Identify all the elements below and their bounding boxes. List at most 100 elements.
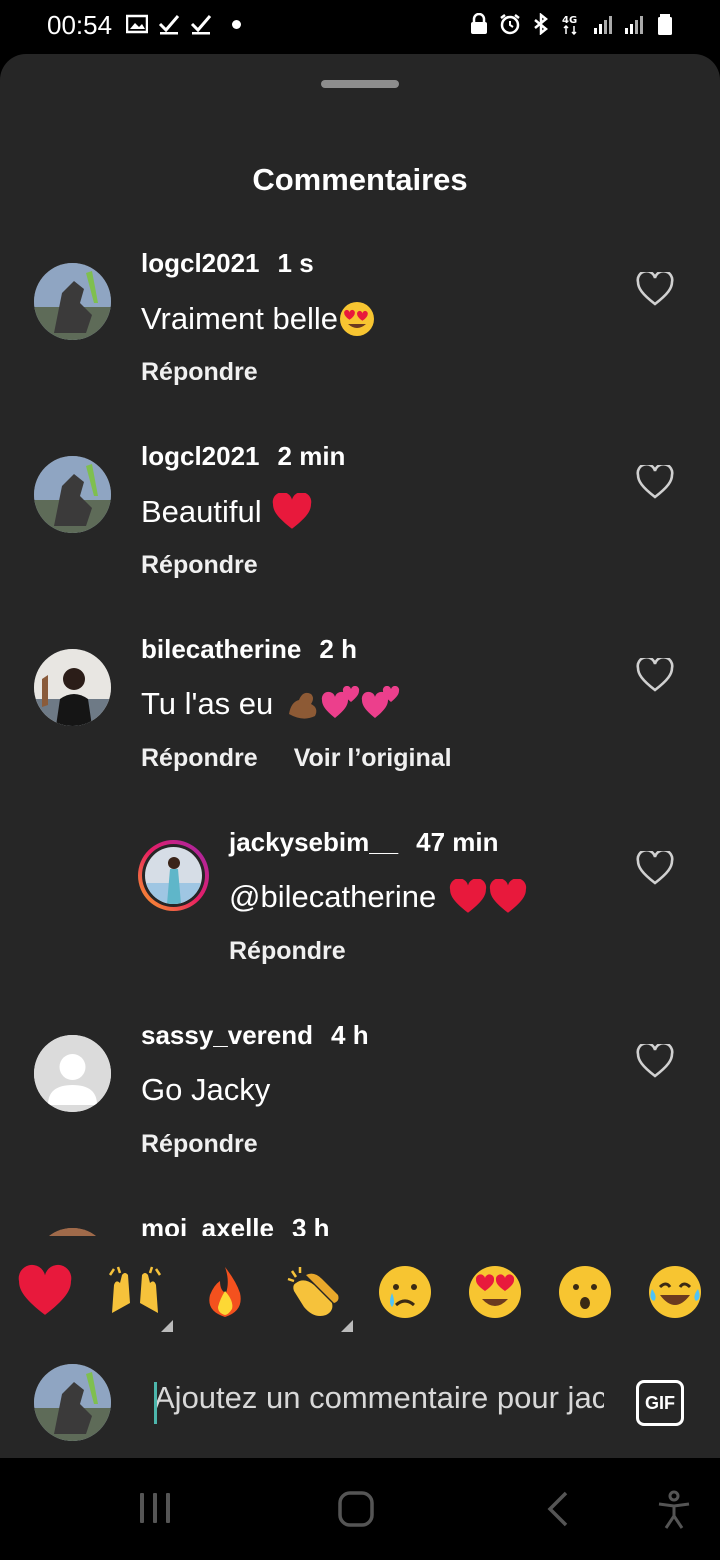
reply-button[interactable]: Répondre — [141, 358, 258, 386]
default-avatar[interactable] — [34, 1035, 111, 1112]
android-navigation-bar — [0, 1458, 720, 1560]
reply-button[interactable]: Répondre — [141, 744, 258, 772]
home-icon[interactable] — [337, 1490, 375, 1528]
like-icon[interactable] — [636, 465, 674, 499]
gallery-icon — [125, 13, 149, 35]
quick-reactions-bar — [0, 1236, 720, 1352]
check-icon — [190, 13, 212, 35]
svg-text:4G: 4G — [562, 15, 577, 26]
comment-item: logcl2021 2 min Beautiful Répondre — [0, 437, 720, 630]
lock-icon — [468, 12, 490, 35]
drag-handle[interactable] — [321, 80, 399, 88]
comment-username[interactable]: logcl2021 2 min — [141, 441, 345, 472]
reply-comment-item: jackysebim__ 47 min @bilecatherine Répond… — [0, 823, 720, 1016]
comment-item: logcl2021 1 s Vraiment belle Répondre — [0, 244, 720, 437]
comment-text: Vraiment belle — [141, 300, 376, 338]
see-original-button[interactable]: Voir l’original — [294, 744, 452, 772]
like-icon[interactable] — [636, 272, 674, 306]
flexed-biceps-emoji — [289, 692, 317, 719]
status-bar: 00:54 4G — [0, 0, 720, 54]
fire-reaction[interactable] — [193, 1260, 257, 1324]
crying-face-icon — [379, 1266, 431, 1318]
signal-icon — [623, 13, 645, 35]
hushed-face-reaction[interactable] — [553, 1260, 617, 1324]
comment-actions: Répondre — [141, 551, 294, 580]
comment-text: @bilecatherine — [229, 879, 528, 915]
reply-button[interactable]: Répondre — [141, 551, 258, 579]
like-icon[interactable] — [636, 851, 674, 885]
comment-input[interactable]: Ajoutez un commentaire pour jackysebim__… — [154, 1380, 604, 1426]
red-heart-emoji — [490, 879, 527, 913]
reply-button[interactable]: Répondre — [141, 1130, 258, 1158]
comment-text-content: Vraiment belle — [141, 301, 339, 336]
battery-icon — [654, 13, 676, 35]
status-system-icons: 4G — [468, 12, 676, 36]
sheet-title: Commentaires — [252, 162, 468, 197]
comment-item: bilecatherine 2 h Tu l'as eu Répondre Voir… — [0, 630, 720, 823]
comment-username[interactable]: bilecatherine 2 h — [141, 634, 357, 665]
comment-text-content: Go Jacky — [141, 1072, 271, 1107]
accessibility-icon[interactable] — [656, 1490, 692, 1530]
comment-time: 4 h — [331, 1020, 369, 1050]
text-caret — [154, 1382, 157, 1424]
comment-time: 47 min — [416, 827, 499, 857]
fire-icon — [209, 1267, 241, 1317]
variant-indicator — [161, 1320, 173, 1332]
username[interactable]: logcl2021 — [141, 441, 260, 471]
comment-username[interactable]: jackysebim__ 47 min — [229, 827, 499, 858]
username[interactable]: sassy_verend — [141, 1020, 313, 1050]
comment-item: sassy_verend 4 h Go Jacky Répondre — [0, 1016, 720, 1209]
username[interactable]: logcl2021 — [141, 248, 260, 278]
heart-eyes-emoji — [340, 302, 375, 336]
avatar-story-ring[interactable] — [138, 840, 209, 911]
comment-text-content: Beautiful — [141, 494, 262, 529]
avatar[interactable] — [34, 649, 111, 726]
comment-username[interactable]: logcl2021 1 s — [141, 248, 314, 279]
avatar[interactable] — [34, 263, 111, 340]
avatar — [145, 847, 202, 904]
4g-icon: 4G — [561, 13, 583, 36]
avatar[interactable] — [34, 456, 111, 533]
comment-text-content: Tu l'as eu — [141, 686, 274, 721]
variant-indicator — [341, 1320, 353, 1332]
comment-text: Beautiful — [141, 493, 314, 531]
heart-eyes-reaction[interactable] — [463, 1260, 527, 1324]
comments-list[interactable]: logcl2021 1 s Vraiment belle Répondre log… — [0, 244, 720, 1244]
back-icon[interactable] — [544, 1490, 570, 1528]
heart-eyes-icon — [469, 1266, 521, 1318]
red-heart-emoji — [272, 493, 311, 529]
comment-text: Tu l'as eu — [141, 686, 401, 722]
bluetooth-icon — [530, 12, 552, 36]
comment-time: 1 s — [277, 248, 314, 278]
two-hearts-emoji — [362, 686, 400, 718]
username[interactable]: bilecatherine — [141, 634, 301, 664]
clapping-hands-reaction[interactable] — [283, 1260, 347, 1324]
red-heart-emoji — [450, 879, 487, 913]
alarm-icon — [499, 13, 521, 35]
gif-button[interactable]: GIF — [636, 1380, 684, 1426]
comment-text: Go Jacky — [141, 1072, 270, 1108]
comment-composer: Ajoutez un commentaire pour jackysebim__… — [0, 1352, 720, 1458]
status-notification-icons — [125, 13, 241, 35]
reply-button[interactable]: Répondre — [229, 937, 346, 965]
like-icon[interactable] — [636, 1044, 674, 1078]
status-time: 00:54 — [47, 10, 113, 40]
tears-of-joy-reaction[interactable] — [643, 1260, 707, 1324]
username[interactable]: jackysebim__ — [229, 827, 398, 857]
comment-actions: Répondre — [141, 358, 294, 387]
like-icon[interactable] — [636, 658, 674, 692]
two-hearts-emoji — [322, 686, 360, 718]
recent-apps-icon[interactable] — [137, 1490, 173, 1526]
comment-actions: Répondre — [229, 937, 382, 966]
current-user-avatar — [34, 1364, 111, 1441]
comment-username[interactable]: sassy_verend 4 h — [141, 1020, 369, 1051]
hushed-face-icon — [559, 1266, 611, 1318]
red-heart-reaction[interactable] — [13, 1260, 77, 1324]
crying-face-reaction[interactable] — [373, 1260, 437, 1324]
clapping-hands-icon — [287, 1267, 339, 1316]
comment-time: 2 h — [319, 634, 357, 664]
check-icon — [158, 13, 180, 35]
comment-text-content: @bilecatherine — [229, 879, 437, 914]
raising-hands-reaction[interactable] — [103, 1260, 167, 1324]
signal-icon — [592, 13, 614, 35]
